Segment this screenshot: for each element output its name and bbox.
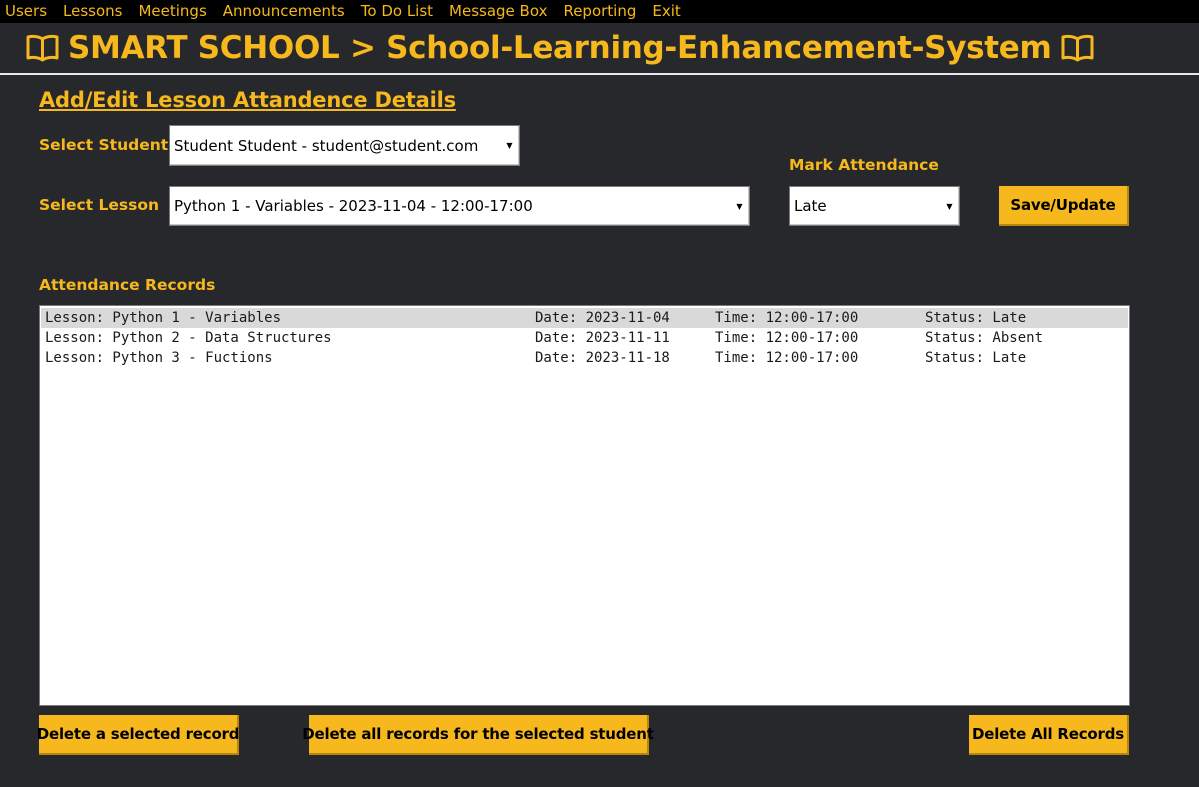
- lesson-select-value: Python 1 - Variables - 2023-11-04 - 12:0…: [174, 197, 533, 215]
- chevron-down-icon[interactable]: ▼: [943, 189, 956, 223]
- record-date: Date: 2023-11-11: [535, 330, 670, 346]
- record-time: Time: 12:00-17:00: [715, 350, 859, 366]
- chevron-down-icon[interactable]: ▼: [503, 128, 516, 163]
- list-item[interactable]: Lesson: Python 2 - Data Structures Date: …: [41, 328, 1128, 348]
- record-lesson: Lesson: Python 1 - Variables: [45, 310, 282, 326]
- menu-reporting[interactable]: Reporting: [555, 0, 644, 23]
- record-status: Status: Late: [925, 350, 1027, 366]
- delete-selected-record-button[interactable]: Delete a selected record: [37, 715, 239, 755]
- record-status: Status: Absent: [925, 330, 1044, 346]
- record-status: Status: Late: [925, 310, 1027, 326]
- student-select-value: Student Student - student@student.com: [174, 136, 479, 155]
- save-update-button[interactable]: Save/Update: [999, 186, 1129, 226]
- chevron-down-icon[interactable]: ▼: [733, 189, 746, 223]
- student-label: Select Student: [39, 136, 169, 154]
- menu-users[interactable]: Users: [0, 0, 55, 23]
- app-title: SMART SCHOOL > School-Learning-Enhanceme…: [68, 30, 1052, 66]
- book-icon: [26, 34, 59, 62]
- app-header: SMART SCHOOL > School-Learning-Enhanceme…: [0, 23, 1199, 73]
- record-lesson: Lesson: Python 2 - Data Structures: [45, 330, 332, 346]
- page-title: Add/Edit Lesson Attandence Details: [39, 88, 456, 112]
- lesson-label: Select Lesson: [39, 196, 160, 214]
- record-date: Date: 2023-11-18: [535, 350, 670, 366]
- attendance-select[interactable]: Late ▼: [789, 186, 960, 226]
- menu-message-box[interactable]: Message Box: [441, 0, 555, 23]
- student-select[interactable]: Student Student - student@student.com ▼: [169, 125, 520, 166]
- record-lesson: Lesson: Python 3 - Fuctions: [45, 350, 273, 366]
- menu-meetings[interactable]: Meetings: [130, 0, 214, 23]
- header-divider: [0, 73, 1199, 75]
- menu-announcements[interactable]: Announcements: [215, 0, 353, 23]
- record-time: Time: 12:00-17:00: [715, 310, 859, 326]
- list-item[interactable]: Lesson: Python 1 - Variables Date: 2023-1…: [41, 308, 1128, 328]
- records-heading: Attendance Records: [39, 276, 216, 294]
- delete-student-records-button[interactable]: Delete all records for the selected stud…: [302, 715, 654, 755]
- delete-all-records-button[interactable]: Delete All Records: [969, 715, 1129, 755]
- record-time: Time: 12:00-17:00: [715, 330, 859, 346]
- attendance-select-value: Late: [794, 197, 827, 215]
- menu-bar: Users Lessons Meetings Announcements To …: [0, 0, 1199, 23]
- record-date: Date: 2023-11-04: [535, 310, 670, 326]
- menu-lessons[interactable]: Lessons: [55, 0, 130, 23]
- book-icon: [1061, 34, 1094, 62]
- menu-todo-list[interactable]: To Do List: [353, 0, 441, 23]
- list-item[interactable]: Lesson: Python 3 - Fuctions Date: 2023-11…: [41, 348, 1128, 368]
- attendance-label: Mark Attendance: [789, 156, 939, 174]
- attendance-records-list[interactable]: Lesson: Python 1 - Variables Date: 2023-1…: [39, 305, 1130, 706]
- lesson-select[interactable]: Python 1 - Variables - 2023-11-04 - 12:0…: [169, 186, 750, 226]
- menu-exit[interactable]: Exit: [644, 0, 688, 23]
